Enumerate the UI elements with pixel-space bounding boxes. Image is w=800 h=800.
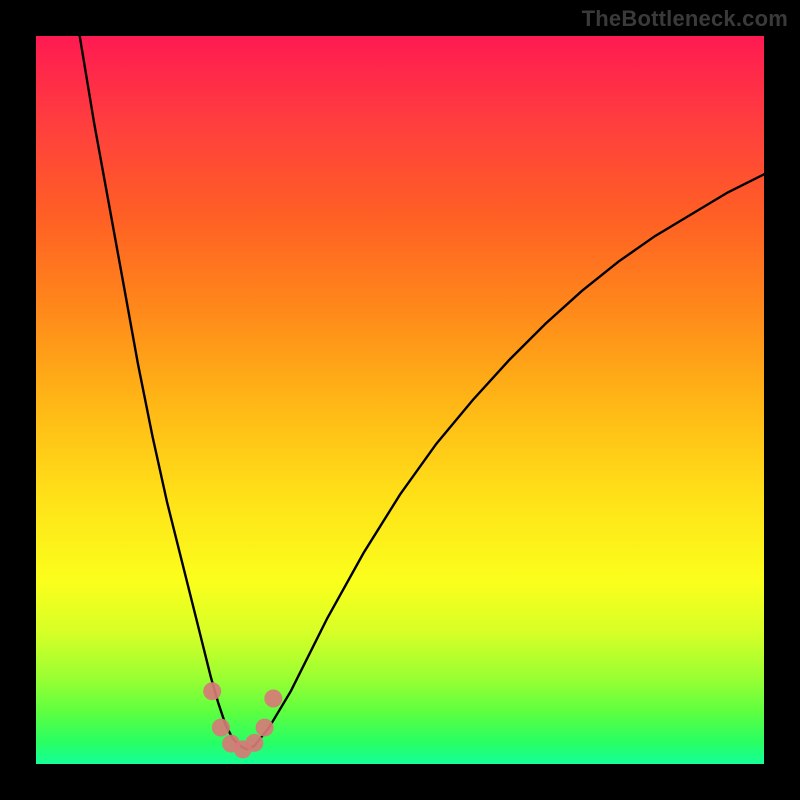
bottleneck-curve: [80, 36, 764, 749]
curve-marker: [245, 734, 263, 752]
plot-area: [36, 36, 764, 764]
curve-marker: [256, 719, 274, 737]
watermark-text: TheBottleneck.com: [582, 6, 788, 32]
curve-marker: [264, 690, 282, 708]
curve-markers: [203, 682, 282, 758]
curve-layer: [36, 36, 764, 764]
curve-marker: [212, 719, 230, 737]
chart-frame: TheBottleneck.com: [0, 0, 800, 800]
curve-marker: [203, 682, 221, 700]
